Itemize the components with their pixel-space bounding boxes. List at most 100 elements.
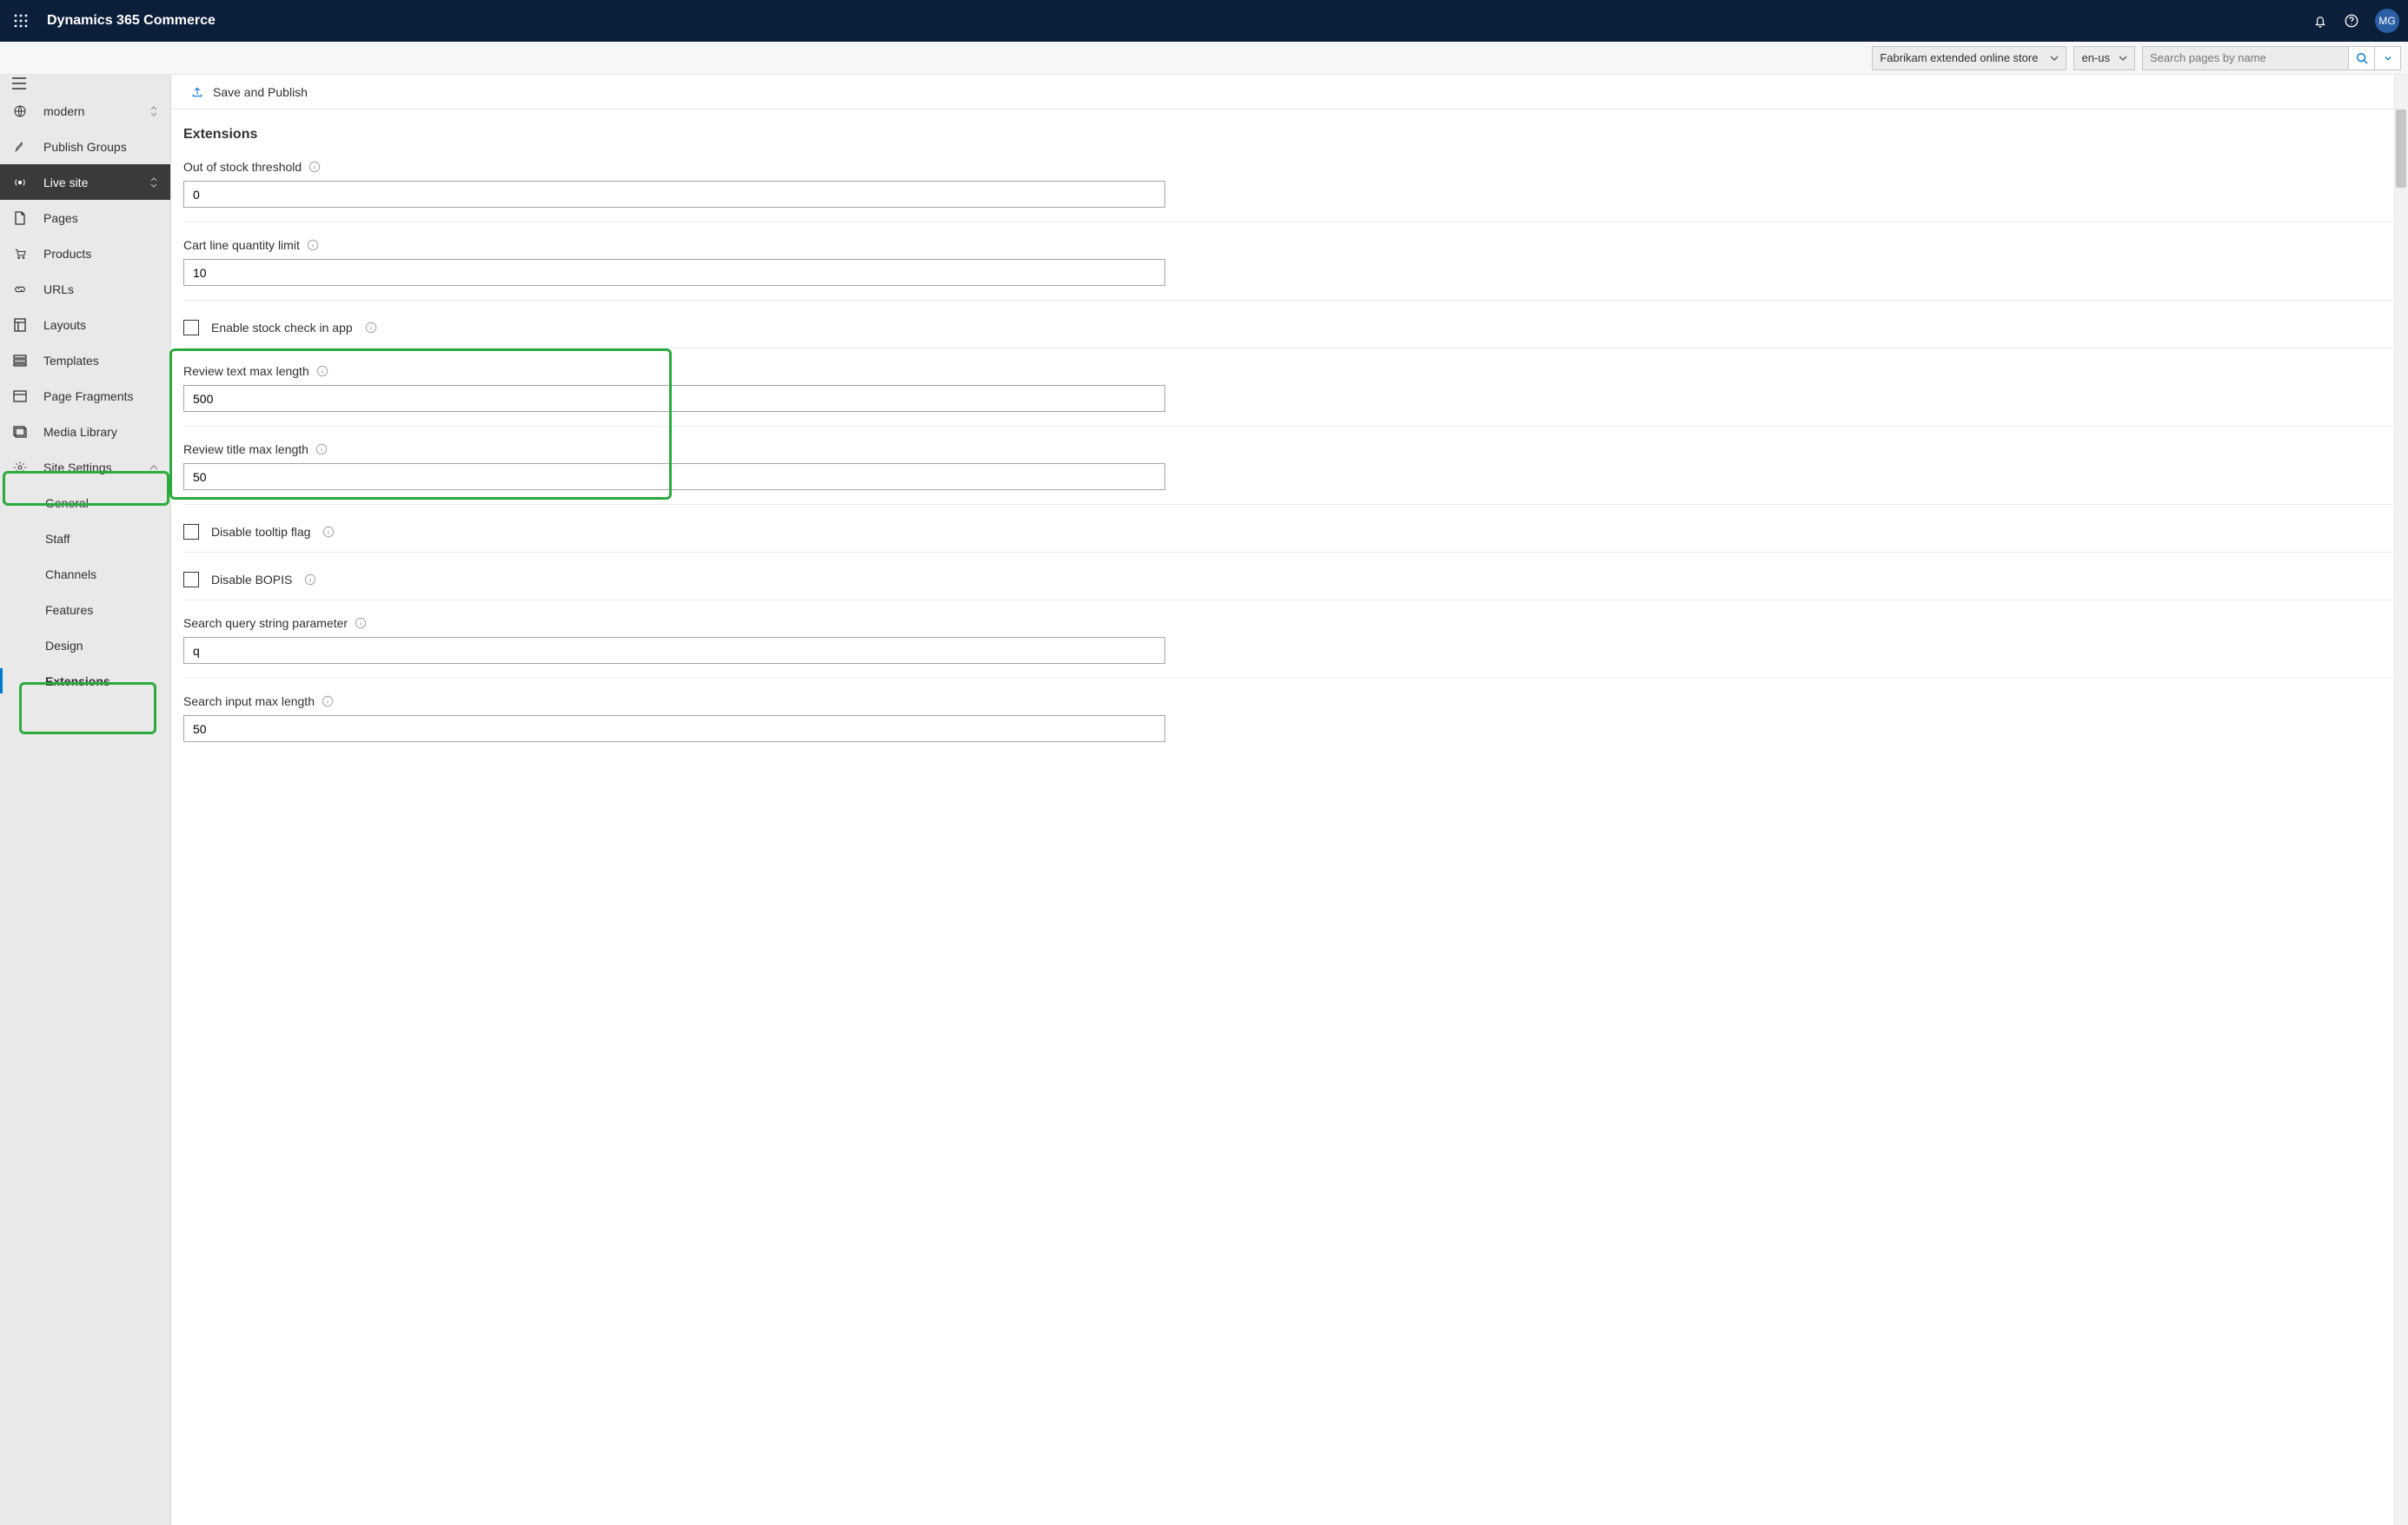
search-query-input[interactable] — [183, 637, 1165, 664]
sort-icon — [149, 106, 158, 116]
sidebar-item-pages[interactable]: Pages — [0, 200, 170, 235]
sidebar-item-templates[interactable]: Templates — [0, 342, 170, 378]
sidebar-label: Pages — [43, 211, 78, 225]
search-input-max-input[interactable] — [183, 715, 1165, 742]
sidebar-item-urls[interactable]: URLs — [0, 271, 170, 307]
chevron-down-icon — [2119, 54, 2127, 63]
out-of-stock-input[interactable] — [183, 181, 1165, 208]
search-input[interactable] — [2142, 46, 2349, 70]
sidebar-item-site[interactable]: modern — [0, 93, 170, 129]
sidebar-label: Staff — [45, 532, 70, 546]
field-review-text: Review text max length — [183, 364, 2396, 427]
sidebar-site-label: modern — [43, 104, 84, 118]
search-options-button[interactable] — [2375, 46, 2401, 70]
cart-line-label: Cart line quantity limit — [183, 238, 300, 252]
locale-selector-label: en-us — [2081, 51, 2110, 64]
sidebar-item-staff[interactable]: Staff — [0, 520, 170, 556]
chevron-down-icon — [2050, 54, 2059, 63]
sidebar-label: Live site — [43, 176, 88, 189]
info-icon[interactable] — [304, 574, 316, 586]
chevron-up-icon — [149, 463, 158, 472]
disable-tooltip-checkbox[interactable] — [183, 524, 199, 540]
nav-toggle-button[interactable] — [12, 77, 26, 90]
field-disable-tooltip: Disable tooltip flag — [183, 520, 2396, 553]
search-query-label: Search query string parameter — [183, 616, 348, 630]
layout-icon — [12, 318, 28, 332]
disable-bopis-label: Disable BOPIS — [211, 573, 292, 587]
review-text-input[interactable] — [183, 385, 1165, 412]
field-review-title: Review title max length — [183, 442, 2396, 505]
notifications-button[interactable] — [2312, 13, 2328, 29]
sidebar-item-design[interactable]: Design — [0, 627, 170, 663]
upload-icon — [190, 85, 204, 99]
search-button[interactable] — [2349, 46, 2375, 70]
info-icon[interactable] — [308, 161, 321, 173]
disable-tooltip-label: Disable tooltip flag — [211, 525, 310, 539]
link-icon — [12, 282, 28, 296]
search-input-max-label: Search input max length — [183, 694, 315, 708]
user-avatar[interactable]: MG — [2375, 9, 2399, 33]
info-icon[interactable] — [307, 239, 319, 251]
locale-selector[interactable]: en-us — [2073, 46, 2135, 70]
info-icon[interactable] — [322, 695, 334, 707]
broadcast-icon — [12, 176, 28, 189]
sort-icon — [149, 177, 158, 188]
page-search — [2142, 46, 2401, 70]
sidebar-label: Design — [45, 639, 83, 653]
store-selector-label: Fabrikam extended online store — [1880, 51, 2038, 64]
cart-line-input[interactable] — [183, 259, 1165, 286]
sidebar-item-publish-groups[interactable]: Publish Groups — [0, 129, 170, 164]
sidebar-label: Extensions — [45, 674, 110, 688]
rocket-icon — [12, 140, 28, 154]
scrollbar-track[interactable] — [2394, 75, 2408, 1525]
sidebar-label: Site Settings — [43, 461, 112, 474]
sidebar-item-features[interactable]: Features — [0, 592, 170, 627]
fragment-icon — [12, 390, 28, 402]
chevron-down-icon — [2385, 55, 2391, 62]
sidebar-label: General — [45, 496, 89, 510]
info-icon[interactable] — [355, 617, 367, 629]
sidebar-item-extensions[interactable]: Extensions — [0, 663, 170, 699]
review-text-label: Review text max length — [183, 364, 309, 378]
review-title-input[interactable] — [183, 463, 1165, 490]
sidebar-label: Publish Groups — [43, 140, 127, 154]
sidebar-label: Channels — [45, 567, 96, 581]
info-icon[interactable] — [315, 443, 328, 455]
enable-stock-check-checkbox[interactable] — [183, 320, 199, 335]
disable-bopis-checkbox[interactable] — [183, 572, 199, 587]
sidebar-item-live-site[interactable]: Live site — [0, 164, 170, 200]
field-search-query: Search query string parameter — [183, 616, 2396, 679]
info-icon[interactable] — [322, 526, 335, 538]
info-icon[interactable] — [316, 365, 328, 377]
search-icon — [2356, 52, 2368, 64]
field-out-of-stock: Out of stock threshold — [183, 160, 2396, 222]
left-nav: modern Publish Groups Live site Pages — [0, 75, 171, 1525]
sidebar-item-layouts[interactable]: Layouts — [0, 307, 170, 342]
app-launcher-button[interactable] — [9, 9, 33, 33]
sidebar-item-media-library[interactable]: Media Library — [0, 414, 170, 449]
store-selector[interactable]: Fabrikam extended online store — [1872, 46, 2066, 70]
cart-icon — [12, 247, 28, 261]
field-enable-stock-check: Enable stock check in app — [183, 316, 2396, 348]
save-and-publish-button[interactable]: Save and Publish — [213, 85, 308, 99]
scrollbar-thumb[interactable] — [2396, 109, 2406, 188]
template-icon — [12, 355, 28, 367]
sidebar-label: Layouts — [43, 318, 86, 332]
field-cart-line: Cart line quantity limit — [183, 238, 2396, 301]
context-bar: Fabrikam extended online store en-us — [0, 42, 2408, 75]
command-bar: Save and Publish — [171, 75, 2408, 109]
sidebar-label: Templates — [43, 354, 99, 368]
help-button[interactable] — [2344, 13, 2359, 29]
content-scroll[interactable]: Extensions Out of stock threshold Cart l… — [171, 109, 2408, 1525]
sidebar-item-channels[interactable]: Channels — [0, 556, 170, 592]
brand-name: Dynamics 365 Commerce — [47, 13, 216, 29]
enable-stock-check-label: Enable stock check in app — [211, 321, 353, 335]
sidebar-item-products[interactable]: Products — [0, 235, 170, 271]
media-icon — [12, 426, 28, 438]
info-icon[interactable] — [365, 322, 377, 334]
field-disable-bopis: Disable BOPIS — [183, 568, 2396, 600]
sidebar-item-site-settings[interactable]: Site Settings — [0, 449, 170, 485]
sidebar-item-page-fragments[interactable]: Page Fragments — [0, 378, 170, 414]
sidebar-item-general[interactable]: General — [0, 485, 170, 520]
review-title-label: Review title max length — [183, 442, 308, 456]
